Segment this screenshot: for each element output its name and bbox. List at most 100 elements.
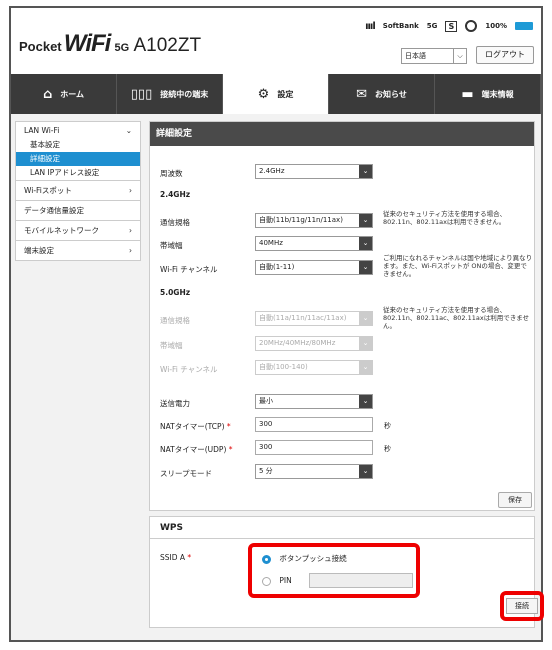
chevron-down-icon: ⌄ [125,125,132,135]
logo-pocket: Pocket [19,39,62,54]
sleep-select[interactable]: 5 分 ⌄ [255,464,373,479]
tab-settings-label: 設定 [277,89,294,99]
frequency-value: 2.4GHz [259,167,285,175]
network-type: 5G [426,22,438,30]
channel-label-5: Wi-Fi チャンネル [160,365,218,374]
carrier-name: SoftBank [382,22,419,30]
app-frame: Pocket WiFi 5G A102ZT ıııl SoftBank 5G S… [9,6,544,642]
save-button[interactable]: 保存 [498,492,532,508]
chevron-down-icon: ⌄ [359,261,372,274]
tx-power-select[interactable]: 最小 ⌄ [255,394,373,409]
required-mark: * [187,553,192,562]
tx-power-value: 最小 [259,397,273,405]
tab-devices[interactable]: ▯▯▯ 接続中の端末 [117,74,223,114]
battery-percent: 100% [485,22,507,30]
panel-title: 詳細設定 [150,122,534,146]
nat-udp-label: NATタイマー(UDP) * [160,444,233,455]
tab-messages[interactable]: ✉ お知らせ [329,74,435,114]
standard-select-24[interactable]: 自動(11b/11g/11n/11ax) ⌄ [255,213,373,228]
sidebar-item-label: Wi-Fiスポット [24,186,72,195]
standard-note-5: 従来のセキュリティ方法を使用する場合、802.11n、802.11ac、802.… [383,306,530,330]
channel-value-24: 自動(1-11) [259,263,295,271]
tab-settings[interactable]: ⚙ 設定 [223,74,329,114]
nat-udp-input[interactable]: 300 [255,440,373,455]
nat-udp-label-text: NATタイマー(UDP) [160,445,227,454]
chevron-right-icon: › [129,186,132,195]
sidebar-item-label: LAN Wi-Fi [24,125,60,135]
tx-power-label: 送信電力 [160,399,190,408]
channel-note-24: ご利用になれるチャンネルは国や地域により異なります。また、Wi-Fiスポットが … [383,254,533,278]
wps-panel: WPS SSID A * ボタンプッシュ接続 PIN 接続 [149,516,544,628]
standard-label-5: 通信規格 [160,316,190,325]
sleep-label: スリープモード [160,469,213,478]
bandwidth-select-24[interactable]: 40MHz ⌄ [255,236,373,251]
channel-label-24: Wi-Fi チャンネル [160,265,218,274]
highlight-box-connect [500,591,544,621]
standard-value-5: 自動(11a/11n/11ac/11ax) [259,314,347,322]
sidebar: LAN Wi-Fi ⌄ 基本設定 詳細設定 LAN IPアドレス設定 Wi-Fiス… [15,121,141,261]
gear-icon: ⚙ [257,86,270,102]
standard-select-5: 自動(11a/11n/11ac/11ax) ⌄ [255,311,373,326]
sidebar-item-basic[interactable]: 基本設定 [16,138,140,152]
language-select[interactable]: 日本語 ⌵ [401,48,467,64]
globe-icon [465,20,478,32]
battery-icon [515,22,533,30]
bandwidth-value-5: 20MHz/40MHz/80MHz [259,339,336,347]
model-name: A102ZT [133,35,202,56]
sidebar-item-advanced[interactable]: 詳細設定 [16,152,140,166]
highlight-box-wps-options [248,543,420,598]
bandwidth-label-24: 帯域幅 [160,241,183,250]
bandwidth-value-24: 40MHz [259,239,283,247]
sidebar-item-data-usage[interactable]: データ通信量設定 [15,201,141,221]
logo: Pocket WiFi 5G A102ZT [19,30,201,58]
sleep-value: 5 分 [259,467,273,475]
chevron-down-icon: ⌄ [359,165,372,178]
chevron-down-icon: ⌄ [359,395,372,408]
channel-value-5: 自動(100-140) [259,363,308,371]
device-icon: ▬ [461,86,474,102]
signal-icon: ıııl [365,20,376,32]
sidebar-item-mobile-network[interactable]: モバイルネットワーク › [15,221,141,241]
bandwidth-select-5: 20MHz/40MHz/80MHz ⌄ [255,336,373,351]
nat-udp-unit: 秒 [384,445,391,453]
required-mark: * [226,422,231,431]
channel-select-24[interactable]: 自動(1-11) ⌄ [255,260,373,275]
envelope-icon: ✉ [356,86,368,102]
required-mark: * [228,445,233,454]
tab-home[interactable]: ⌂ ホーム [11,74,117,114]
chevron-right-icon: › [129,246,132,255]
sidebar-item-label: モバイルネットワーク [24,226,99,235]
devices-icon: ▯▯▯ [130,86,153,102]
nat-tcp-input[interactable]: 300 [255,417,373,432]
standard-value-24: 自動(11b/11g/11n/11ax) [259,216,343,224]
sidebar-item-lan-ip[interactable]: LAN IPアドレス設定 [16,166,140,180]
advanced-settings-panel: 詳細設定 周波数 2.4GHz ⌄ 2.4GHz 通信規格 自動(11b/11g/… [149,121,535,511]
sidebar-item-wifi-spot[interactable]: Wi-Fiスポット › [15,181,141,201]
sidebar-group-lan-wifi: LAN Wi-Fi ⌄ 基本設定 詳細設定 LAN IPアドレス設定 [15,121,141,181]
sidebar-item-lan-wifi[interactable]: LAN Wi-Fi ⌄ [16,122,140,138]
main-nav: ⌂ ホーム ▯▯▯ 接続中の端末 ⚙ 設定 ✉ お知らせ ▬ 端末情報 [11,74,541,114]
tab-device-info[interactable]: ▬ 端末情報 [435,74,541,114]
tab-messages-label: お知らせ [375,89,407,99]
nat-tcp-label: NATタイマー(TCP) * [160,421,231,432]
chevron-down-icon: ⌵ [453,49,466,63]
standard-note-24: 従来のセキュリティ方法を使用する場合、802.11n、802.11axは利用でき… [383,210,507,226]
ssid-label: SSID A * [160,553,191,562]
sidebar-item-label: 端末設定 [24,246,54,255]
logout-button[interactable]: ログアウト [476,46,534,64]
tab-devices-label: 接続中の端末 [160,89,209,99]
sidebar-item-label: データ通信量設定 [24,206,84,215]
chevron-down-icon: ⌄ [359,465,372,478]
nat-tcp-label-text: NATタイマー(TCP) [160,422,225,431]
logo-wifi: WiFi [63,30,111,57]
home-icon: ⌂ [42,86,53,102]
nat-tcp-unit: 秒 [384,422,391,430]
wps-title: WPS [150,517,534,539]
softbank-s-icon: S [445,20,458,32]
ssid-label-text: SSID A [160,553,186,562]
chevron-down-icon: ⌄ [359,214,372,227]
sidebar-item-device-settings[interactable]: 端末設定 › [15,241,141,261]
channel-select-5: 自動(100-140) ⌄ [255,360,373,375]
frequency-select[interactable]: 2.4GHz ⌄ [255,164,373,179]
language-value: 日本語 [405,52,426,60]
